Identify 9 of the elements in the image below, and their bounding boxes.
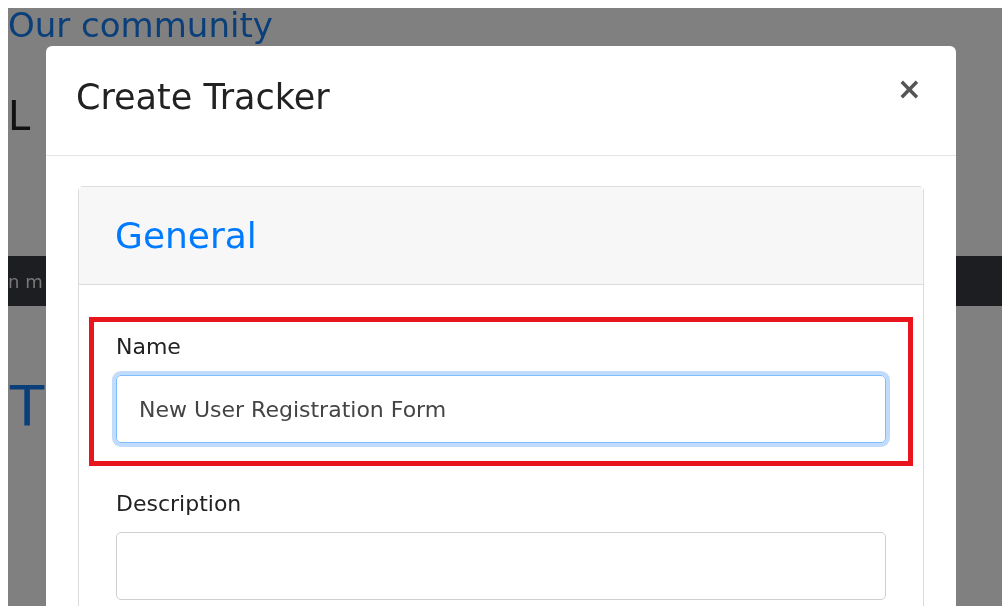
field-label: Description — [116, 490, 243, 518]
card-title: General — [115, 213, 257, 258]
page-subheading: L — [8, 96, 31, 136]
section-heading: T — [10, 378, 45, 434]
modal-title: Create Tracker — [76, 76, 330, 120]
close-button[interactable]: × — [896, 73, 922, 104]
page-heading: Our community — [8, 8, 273, 42]
field-label: Name — [116, 333, 182, 361]
text-field[interactable] — [116, 532, 886, 600]
